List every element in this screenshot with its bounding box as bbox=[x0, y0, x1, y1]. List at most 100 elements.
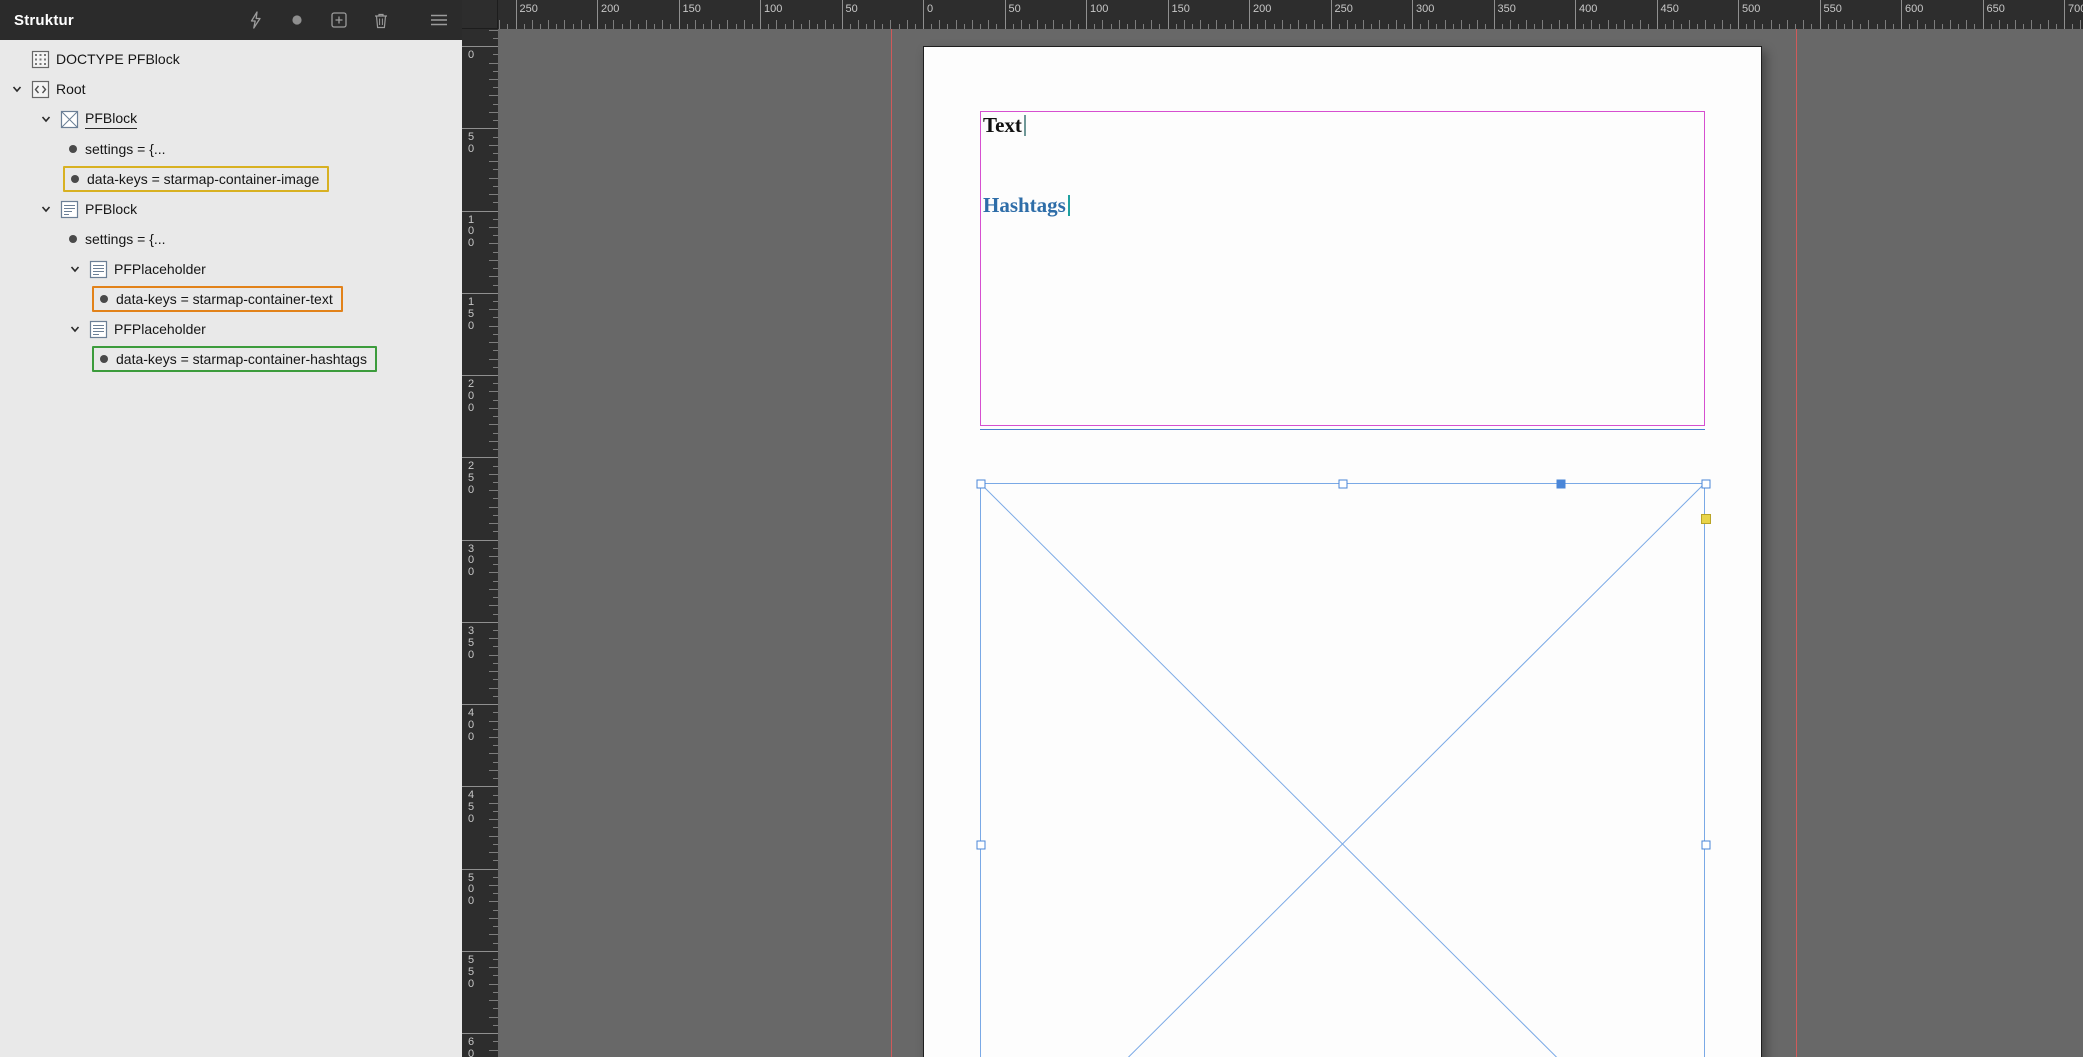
hashtags-placeholder-line: Hashtags bbox=[983, 192, 1070, 218]
ruler-tick bbox=[1958, 24, 1959, 29]
ruler-tick bbox=[711, 20, 712, 29]
ruler-label: 400 bbox=[1579, 3, 1597, 15]
graphic-block-icon bbox=[60, 110, 79, 129]
ruler-tick bbox=[1021, 20, 1022, 29]
ruler-tick bbox=[646, 20, 647, 29]
structure-panel-header: Struktur bbox=[0, 0, 462, 40]
ruler-tick bbox=[489, 918, 498, 919]
ruler-tick bbox=[1420, 24, 1421, 29]
ruler-tick bbox=[493, 745, 498, 746]
ruler-tick bbox=[489, 655, 498, 656]
chevron-down-icon[interactable] bbox=[40, 113, 60, 125]
horizontal-ruler[interactable]: 2502001501005005010015020025030035040045… bbox=[498, 0, 2083, 29]
tree-node-settings-2[interactable]: settings = {... bbox=[0, 224, 462, 254]
ruler-tick bbox=[1885, 20, 1886, 29]
ruler-tick bbox=[493, 630, 498, 631]
ruler-tick bbox=[489, 342, 498, 343]
selection-handle-mid-left[interactable] bbox=[977, 841, 986, 850]
chevron-down-icon[interactable] bbox=[11, 83, 31, 95]
tree-node-data-keys-hashtags[interactable]: data-keys = starmap-container-hashtags bbox=[0, 344, 462, 374]
selection-handle-mid-right[interactable] bbox=[1702, 841, 1711, 850]
tree-node-pfblock-text[interactable]: PFBlock bbox=[0, 194, 462, 224]
text-placeholder-label[interactable]: Text bbox=[983, 113, 1022, 137]
pasteboard-canvas[interactable]: Text Hashtags bbox=[498, 29, 2083, 1057]
ruler-tick bbox=[493, 449, 498, 450]
chevron-down-icon[interactable] bbox=[40, 203, 60, 215]
flash-icon[interactable] bbox=[246, 11, 264, 29]
ruler-tick bbox=[489, 178, 498, 179]
ruler-tick bbox=[462, 1033, 498, 1034]
ruler-tick bbox=[597, 0, 598, 29]
vertical-ruler[interactable]: 05 01 0 01 5 02 0 02 5 03 0 03 5 04 0 04… bbox=[462, 29, 498, 1057]
ruler-label: 600 bbox=[1905, 3, 1923, 15]
tree-node-data-keys-image[interactable]: data-keys = starmap-container-image bbox=[0, 164, 462, 194]
ruler-tick bbox=[489, 934, 498, 935]
selection-handle-top-left[interactable] bbox=[977, 480, 986, 489]
ruler-label: 500 bbox=[1742, 3, 1760, 15]
tree-node-doctype[interactable]: DOCTYPE PFBlock bbox=[0, 44, 462, 74]
selection-handle-top-center[interactable] bbox=[1339, 480, 1348, 489]
tree-node-settings-1[interactable]: settings = {... bbox=[0, 134, 462, 164]
ruler-tick bbox=[1127, 24, 1128, 29]
menu-icon[interactable] bbox=[430, 11, 448, 29]
tree-node-placeholder-text[interactable]: PFPlaceholder bbox=[0, 254, 462, 284]
ruler-tick bbox=[1640, 20, 1641, 29]
selection-handle-filled[interactable] bbox=[1557, 480, 1566, 489]
ruler-tick bbox=[462, 540, 498, 541]
ruler-tick bbox=[1689, 20, 1690, 29]
image-placeholder-frame[interactable] bbox=[980, 483, 1705, 1057]
ruler-tick bbox=[493, 219, 498, 220]
ruler-tick bbox=[493, 317, 498, 318]
text-frame[interactable]: Text Hashtags bbox=[980, 111, 1705, 426]
ruler-tick bbox=[1868, 20, 1869, 29]
panel-title: Struktur bbox=[14, 12, 74, 29]
ruler-tick bbox=[493, 482, 498, 483]
ruler-tick bbox=[493, 729, 498, 730]
tree-node-label: PFPlaceholder bbox=[114, 320, 206, 338]
live-corner-handle[interactable] bbox=[1701, 514, 1711, 524]
trash-icon[interactable] bbox=[372, 11, 390, 29]
text-placeholder-line: Text bbox=[983, 112, 1026, 138]
ruler-tick bbox=[507, 24, 508, 29]
ruler-tick bbox=[489, 507, 498, 508]
tree-node-pfblock-image[interactable]: PFBlock bbox=[0, 104, 462, 134]
ruler-tick bbox=[1591, 20, 1592, 29]
ruler-tick bbox=[489, 819, 498, 820]
tree-node-placeholder-hashtags[interactable]: PFPlaceholder bbox=[0, 314, 462, 344]
ruler-tick bbox=[1705, 20, 1706, 29]
ruler-tick bbox=[493, 712, 498, 713]
document-page[interactable]: Text Hashtags bbox=[923, 46, 1762, 1057]
ruler-label: 0 bbox=[468, 50, 474, 62]
ruler-tick bbox=[548, 20, 549, 29]
ruler-tick bbox=[1151, 20, 1152, 29]
ruler-tick bbox=[2007, 24, 2008, 29]
ruler-tick bbox=[493, 827, 498, 828]
tree-node-data-keys-text[interactable]: data-keys = starmap-container-text bbox=[0, 284, 462, 314]
ruler-tick bbox=[1502, 24, 1503, 29]
ruler-tick bbox=[1029, 24, 1030, 29]
tree-node-root[interactable]: Root bbox=[0, 74, 462, 104]
ruler-origin-corner[interactable] bbox=[462, 0, 498, 29]
selection-handle-top-right[interactable] bbox=[1702, 480, 1711, 489]
ruler-tick bbox=[489, 194, 498, 195]
ruler-tick bbox=[493, 301, 498, 302]
ruler-tick bbox=[1453, 24, 1454, 29]
ruler-tick bbox=[1762, 24, 1763, 29]
ruler-tick bbox=[1738, 0, 1739, 29]
ruler-tick bbox=[1991, 24, 1992, 29]
chevron-down-icon[interactable] bbox=[69, 323, 89, 335]
ruler-tick bbox=[2072, 24, 2073, 29]
ruler-tick bbox=[493, 795, 498, 796]
chevron-down-icon[interactable] bbox=[69, 263, 89, 275]
hashtags-placeholder-label[interactable]: Hashtags bbox=[983, 193, 1066, 217]
ruler-tick bbox=[493, 334, 498, 335]
ruler-label: 6 0 0 bbox=[468, 1037, 474, 1057]
ruler-tick bbox=[493, 1041, 498, 1042]
add-icon[interactable] bbox=[330, 11, 348, 29]
ruler-tick bbox=[493, 975, 498, 976]
ruler-tick bbox=[1665, 24, 1666, 29]
record-circle-icon[interactable] bbox=[288, 11, 306, 29]
ruler-tick bbox=[462, 375, 498, 376]
ruler-tick bbox=[489, 638, 498, 639]
ruler-tick bbox=[489, 408, 498, 409]
